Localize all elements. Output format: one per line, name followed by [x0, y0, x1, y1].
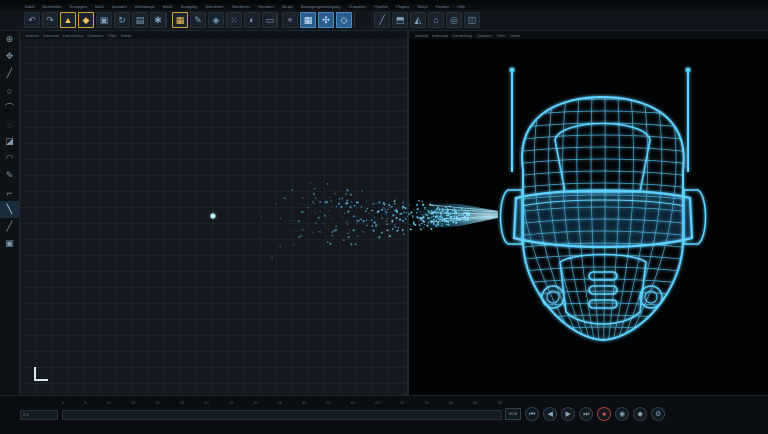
- toolbar-group-transform: ▲ ◆ ▣ ↻ ▤ ✱: [58, 12, 168, 28]
- render-settings-icon[interactable]: ✱: [150, 12, 166, 28]
- render-view-icon[interactable]: ▤: [132, 12, 148, 28]
- bridge-icon[interactable]: ⌂: [428, 12, 444, 28]
- array-icon[interactable]: ⁙: [226, 12, 242, 28]
- timeline-frame-label: 80: [448, 400, 454, 405]
- grab-tool-icon[interactable]: ⌐: [0, 184, 19, 201]
- fps-field[interactable]: 90 B: [505, 408, 522, 420]
- go-end-icon[interactable]: ⏭: [579, 407, 594, 421]
- viewport-menu-item[interactable]: Tafeln: [510, 33, 521, 38]
- loop-tool-icon[interactable]: ◌: [0, 116, 19, 133]
- axis-icon[interactable]: ✣: [318, 12, 334, 28]
- tool-palette: ⊕ ✥ ╱ ○ ⌒ ◌ ◪ ◠ ✎ ⌐ ╲ ╱ ▣: [0, 31, 20, 401]
- keyframe-icon[interactable]: ◆: [633, 407, 648, 421]
- rotate-icon[interactable]: ↻: [114, 12, 130, 28]
- workplane-icon[interactable]: ▦: [300, 12, 316, 28]
- timeline-frame-label: 60: [350, 400, 356, 405]
- pointer-tool-icon[interactable]: ⊕: [0, 31, 19, 48]
- timeline-frame-label: 75: [424, 400, 429, 405]
- go-start-icon[interactable]: ⏮: [525, 407, 540, 421]
- viewport-menu-item[interactable]: Kameras: [43, 33, 59, 38]
- timeline-frame-label: 70: [399, 400, 405, 405]
- lasso-tool-icon[interactable]: ✥: [0, 48, 19, 65]
- timeline-frame-label: 30: [204, 400, 209, 405]
- timeline-frame-label: 20: [155, 400, 160, 405]
- extrude-icon[interactable]: ⬒: [392, 12, 408, 28]
- viewport-perspective[interactable]: Ansicht Kameras Darstellung Optionen Filter T…: [20, 31, 407, 395]
- viewport-menu-item[interactable]: Darstellung: [452, 33, 472, 38]
- timeline-frame-label: 90: [497, 400, 502, 405]
- viewport-menu-item[interactable]: Darstellung: [63, 33, 83, 38]
- viewport-menu-item[interactable]: Optionen: [87, 33, 103, 38]
- pen-icon[interactable]: ✎: [190, 12, 206, 28]
- weld-icon[interactable]: ◎: [446, 12, 462, 28]
- timeline-frame-label: 55: [326, 400, 331, 405]
- move-icon[interactable]: ◆: [78, 12, 94, 28]
- timeline-frame-label: 85: [473, 400, 478, 405]
- scale-icon[interactable]: ▣: [96, 12, 112, 28]
- flatten-tool-icon[interactable]: ✎: [0, 167, 19, 184]
- axis-gizmo: [34, 367, 48, 381]
- ring-tool-icon[interactable]: ⌒: [0, 99, 19, 116]
- timeline-range-start[interactable]: 0 B: [20, 410, 58, 420]
- viewport-menu-item[interactable]: Kameras: [432, 33, 448, 38]
- live-selection-icon[interactable]: ▲: [60, 12, 76, 28]
- timeline-frame-label: 0: [62, 400, 65, 405]
- knife-icon[interactable]: ╱: [374, 12, 390, 28]
- timeline-panel: 0 B 0 5 10 15 20 25 30 35 40 45 50 55 60 65 70 75 80 85 90…: [0, 395, 768, 434]
- timeline-frame-label: 50: [301, 400, 307, 405]
- timeline-frame-labels: 0 5 10 15 20 25 30 35 40 45 50 55 60 65 70 75 80 85 90: [62, 400, 502, 408]
- toolbar-separator: [276, 13, 277, 27]
- toolbar-group-modeling: ╱ ⬒ ◭ ⌂ ◎ ◫: [372, 12, 482, 28]
- viewport-menu-item[interactable]: Tafeln: [121, 33, 132, 38]
- subdivision-icon[interactable]: ◈: [208, 12, 224, 28]
- timeline-scrubber[interactable]: [62, 410, 502, 420]
- redo-icon[interactable]: ↷: [42, 12, 58, 28]
- toolbar-separator: [354, 13, 355, 27]
- timeline-frame-label: 5: [84, 400, 87, 405]
- timeline-frame-label: 15: [130, 400, 136, 405]
- timeline-frame-label: 65: [375, 400, 380, 405]
- brush-tool-icon[interactable]: ○: [0, 82, 19, 99]
- viewport-menu-item[interactable]: Optionen: [476, 33, 492, 38]
- timeline-frame-label: 45: [277, 400, 282, 405]
- smooth-tool-icon[interactable]: ◠: [0, 150, 19, 167]
- fill-tool-icon[interactable]: ◪: [0, 133, 19, 150]
- viewport-render[interactable]: Ansicht Kameras Darstellung Optionen Filter T…: [409, 31, 768, 395]
- knife-tool-icon[interactable]: ╱: [0, 65, 19, 82]
- viewport-menu-item[interactable]: Ansicht: [26, 33, 39, 38]
- timeline-frame-label: 10: [106, 400, 111, 405]
- play-back-icon[interactable]: ◀: [543, 407, 558, 421]
- timeline-frame-label: 35: [228, 400, 234, 405]
- toolbar-group-history: ↶ ↷: [22, 12, 60, 28]
- playback-controls: 90 B ⏮ ◀ ▶ ⏭ ● ◉ ◆ ⚙: [505, 405, 666, 423]
- viewport-menu-item[interactable]: Ansicht: [415, 33, 428, 38]
- autokey-icon[interactable]: ◉: [615, 407, 630, 421]
- toolbar-group-objects: ▦ ✎ ◈ ⁙ ◐ ▭: [170, 12, 280, 28]
- play-icon[interactable]: ▶: [561, 407, 576, 421]
- toolbar-group-snap: ⌖ ▦ ✣ ◇: [280, 12, 354, 28]
- slide-tool-icon[interactable]: ╲: [0, 201, 19, 218]
- timeline-frame-label: 25: [179, 400, 185, 405]
- pin-tool-icon[interactable]: ▣: [0, 235, 19, 252]
- viewport-menu-item[interactable]: Filter: [108, 33, 117, 38]
- viewport-menu: Ansicht Kameras Darstellung Optionen Filter T…: [409, 31, 768, 39]
- viewport-menu-item[interactable]: Filter: [497, 33, 506, 38]
- undo-icon[interactable]: ↶: [24, 12, 40, 28]
- main-toolbar: ↶ ↷ ▲ ◆ ▣ ↻ ▤ ✱ ▦ ✎ ◈ ⁙ ◐ ▭ ⌖ ▦ ✣ ◇ ╱ ⬒ …: [0, 10, 768, 31]
- settings-icon[interactable]: ⚙: [651, 407, 666, 421]
- magnet-icon[interactable]: ◫: [464, 12, 480, 28]
- timeline-frame-label: 40: [253, 400, 258, 405]
- bevel-icon[interactable]: ◭: [410, 12, 426, 28]
- model-mode-icon[interactable]: ◇: [336, 12, 352, 28]
- cube-icon[interactable]: ▦: [172, 12, 188, 28]
- toolbar-separator: [166, 13, 167, 27]
- stitch-tool-icon[interactable]: ╱: [0, 218, 19, 235]
- record-icon[interactable]: ●: [597, 407, 612, 421]
- snap-icon[interactable]: ⌖: [282, 12, 298, 28]
- viewport-menu: Ansicht Kameras Darstellung Optionen Filter T…: [20, 31, 407, 39]
- deformer-icon[interactable]: ◐: [244, 12, 260, 28]
